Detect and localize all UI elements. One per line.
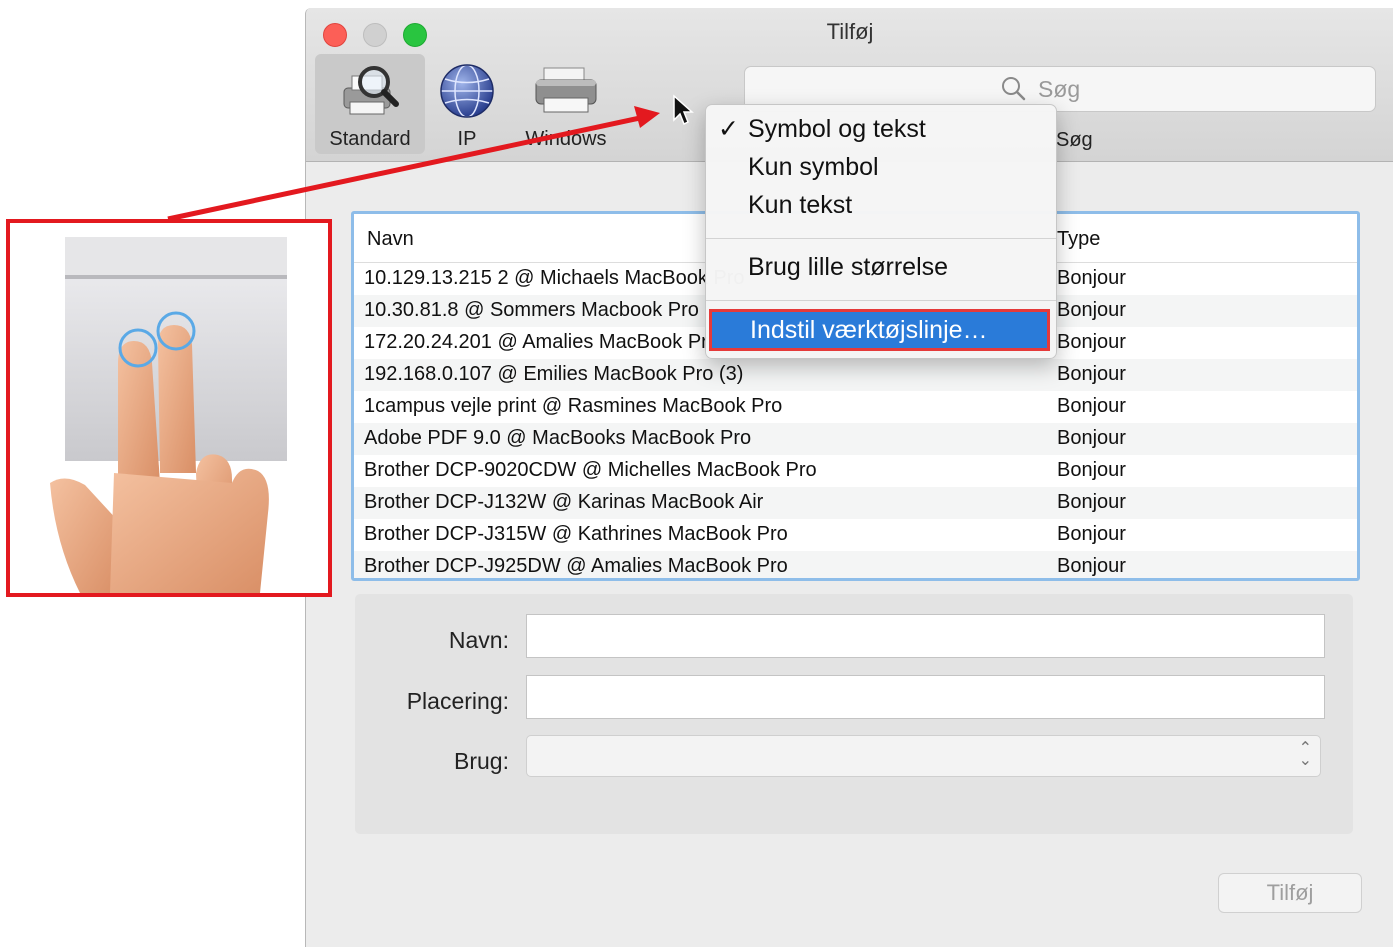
table-row[interactable]: 192.168.0.107 @ Emilies MacBook Pro (3) B… [354, 359, 1357, 391]
toolbar-ip[interactable]: IP [434, 54, 500, 154]
printer-name-cell: 10.30.81.8 @ Sommers Macbook Pro [364, 299, 699, 321]
search-placeholder: Søg [1038, 76, 1081, 102]
printer-details-form: Navn: Placering: Brug: ⌃ ⌄ [355, 594, 1353, 834]
menu-item-customize-toolbar-label: Indstil værktøjslinje… [750, 316, 988, 344]
table-row[interactable]: Brother DCP-9020CDW @ Michelles MacBook … [354, 455, 1357, 487]
printer-type-cell: Bonjour [1057, 363, 1126, 385]
search-icon [1002, 77, 1026, 101]
toolbar-standard-label: Standard [329, 128, 411, 150]
menu-item-text-only[interactable]: Kun tekst [748, 191, 852, 220]
printer-icon [535, 67, 597, 113]
mouse-pointer-icon [673, 94, 694, 126]
printer-search-icon [343, 66, 399, 115]
toolbar-windows[interactable]: Windows [511, 54, 621, 154]
column-header-name[interactable]: Navn [367, 228, 414, 251]
printer-name-cell: Adobe PDF 9.0 @ MacBooks MacBook Pro [364, 427, 752, 449]
menu-item-use-small-size[interactable]: Brug lille størrelse [748, 253, 948, 282]
printer-name-cell: Brother DCP-J925DW @ Amalies MacBook Pro [364, 555, 788, 577]
printer-name-cell: Brother DCP-J132W @ Karinas MacBook Air [364, 491, 764, 513]
toolbar-ip-label: IP [457, 128, 477, 150]
trackpad-illustration-box [6, 219, 332, 597]
printer-type-cell: Bonjour [1057, 555, 1126, 577]
toolbar-standard[interactable]: Standard [315, 54, 425, 154]
printer-name-cell: 192.168.0.107 @ Emilies MacBook Pro (3) [364, 363, 744, 385]
use-select[interactable]: ⌃ ⌄ [526, 735, 1321, 777]
printer-name-cell: Brother DCP-J315W @ Kathrines MacBook Pr… [364, 523, 788, 545]
location-label: Placering: [406, 688, 509, 714]
updown-chevron-icon: ⌃ ⌄ [1298, 740, 1312, 769]
toolbar-windows-label: Windows [525, 128, 607, 150]
globe-icon [440, 64, 494, 118]
two-finger-click-trackpad-illustration [50, 237, 287, 593]
toolbar-context-menu: ✓ Symbol og tekst Kun symbol Kun tekst B… [705, 104, 1057, 359]
table-row[interactable]: Brother DCP-J315W @ Kathrines MacBook Pr… [354, 519, 1357, 551]
column-header-type[interactable]: Type [1057, 228, 1100, 251]
printer-name-cell: 1campus vejle print @ Rasmines MacBook P… [364, 395, 783, 417]
window-title: Tilføj [826, 19, 874, 44]
name-field[interactable] [526, 614, 1325, 658]
printer-type-cell: Bonjour [1057, 299, 1126, 321]
printer-name-cell: 10.129.13.215 2 @ Michaels MacBook Pro [364, 267, 745, 289]
use-label: Brug: [454, 748, 509, 774]
printer-type-cell: Bonjour [1057, 459, 1126, 481]
table-row[interactable]: Adobe PDF 9.0 @ MacBooks MacBook Pro Bonj… [354, 423, 1357, 455]
printer-name-cell: Brother DCP-9020CDW @ Michelles MacBook … [364, 459, 817, 481]
menu-item-icon-and-text[interactable]: Symbol og tekst [748, 115, 926, 144]
menu-separator [706, 238, 1056, 239]
table-row[interactable]: Brother DCP-J132W @ Karinas MacBook Air B… [354, 487, 1357, 519]
printer-name-cell: 172.20.24.201 @ Amalies MacBook Pro [364, 331, 719, 353]
menu-item-icon-only[interactable]: Kun symbol [748, 153, 879, 182]
printer-type-cell: Bonjour [1057, 267, 1126, 289]
printer-type-cell: Bonjour [1057, 491, 1126, 513]
location-field[interactable] [526, 675, 1325, 719]
checkmark-icon: ✓ [718, 115, 739, 143]
table-row[interactable]: Brother DCP-J925DW @ Amalies MacBook Pro… [354, 551, 1357, 578]
table-row[interactable]: 1campus vejle print @ Rasmines MacBook P… [354, 391, 1357, 423]
name-label: Navn: [448, 627, 509, 653]
menu-separator [706, 300, 1056, 301]
printer-type-cell: Bonjour [1057, 331, 1126, 353]
menu-item-customize-toolbar[interactable]: Indstil værktøjslinje… [709, 309, 1050, 351]
search-label: Søg [1056, 129, 1093, 151]
printer-type-cell: Bonjour [1057, 523, 1126, 545]
printer-type-cell: Bonjour [1057, 427, 1126, 449]
printer-type-cell: Bonjour [1057, 395, 1126, 417]
add-button[interactable]: Tilføj [1218, 873, 1362, 913]
